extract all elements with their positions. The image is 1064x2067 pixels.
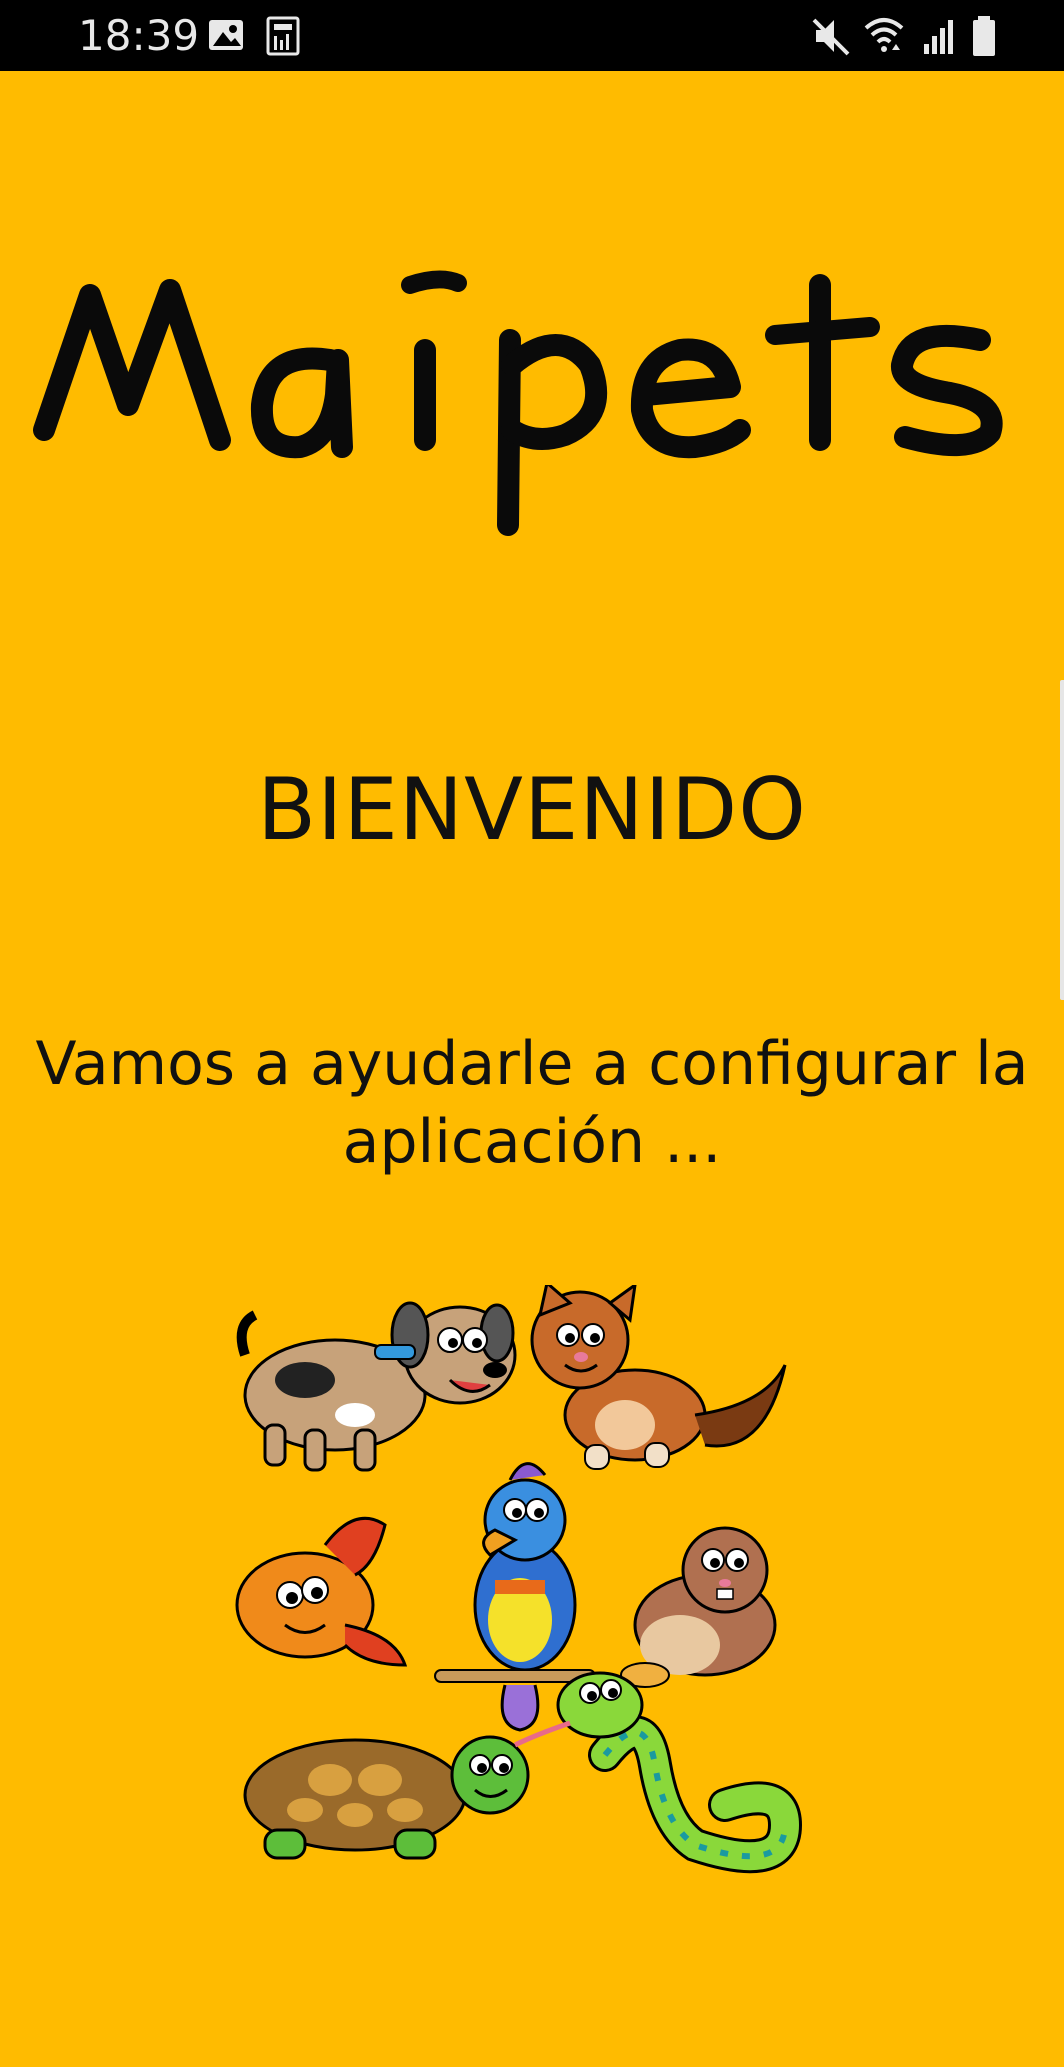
cell-signal-icon (924, 20, 953, 54)
image-icon (209, 20, 243, 50)
fish-figure (235, 1516, 408, 1667)
snake-figure (513, 1671, 803, 1874)
edge-panel-handle[interactable] (1060, 680, 1064, 1000)
app-logo (33, 270, 1003, 536)
cat-figure (530, 1285, 787, 1470)
mute-icon (812, 18, 850, 56)
hamster-figure (620, 1526, 777, 1688)
wifi-icon (864, 18, 904, 52)
battery-icon (973, 16, 995, 56)
status-bar: 18:39 (0, 0, 1064, 71)
welcome-title: BIENVENIDO (257, 760, 807, 860)
dog-figure (236, 1301, 517, 1472)
turtle-figure (243, 1735, 530, 1860)
status-time: 18:39 (78, 11, 200, 60)
welcome-text: Vamos a ayudarle a configurar la aplicac… (35, 1029, 1029, 1177)
pets-illustration (235, 1285, 803, 1874)
data-usage-icon (266, 16, 300, 56)
